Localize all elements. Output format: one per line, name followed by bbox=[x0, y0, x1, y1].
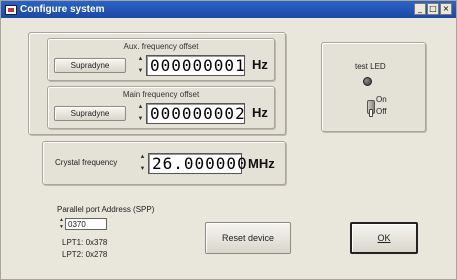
main-offset-label: Main frequency offset bbox=[122, 90, 200, 99]
aux-offset-unit: Hz bbox=[252, 57, 268, 72]
parallel-port-input[interactable]: 0370 bbox=[65, 218, 107, 230]
lpt1-info: LPT1: 0x378 bbox=[62, 238, 108, 247]
toggle-lever-icon bbox=[369, 109, 373, 117]
close-button[interactable]: × bbox=[440, 3, 452, 15]
test-led-indicator bbox=[363, 77, 372, 86]
spin-down-icon[interactable]: ▼ bbox=[58, 225, 65, 230]
spin-up-icon[interactable]: ▲ bbox=[137, 104, 144, 110]
main-offset-unit: Hz bbox=[252, 105, 268, 120]
crystal-unit: MHz bbox=[248, 156, 275, 171]
aux-offset-input[interactable]: 000000001 bbox=[146, 55, 245, 76]
crystal-input[interactable]: 26.000000 bbox=[148, 153, 247, 174]
parallel-port-label: Parallel port Address (SPP) bbox=[57, 205, 155, 214]
led-panel bbox=[321, 42, 426, 132]
toggle-off-label: Off bbox=[376, 107, 387, 116]
aux-supradyne-button[interactable]: Supradyne bbox=[54, 58, 126, 73]
title-bar: Configure system _ □ × bbox=[1, 1, 456, 18]
spin-down-icon[interactable]: ▼ bbox=[137, 68, 144, 74]
configure-system-window: Configure system _ □ × Aux. frequency of… bbox=[0, 0, 457, 280]
window-title: Configure system bbox=[20, 4, 105, 15]
minimize-button[interactable]: _ bbox=[414, 3, 426, 15]
app-icon bbox=[5, 4, 17, 15]
spin-up-icon[interactable]: ▲ bbox=[58, 218, 65, 223]
spin-down-icon[interactable]: ▼ bbox=[137, 116, 144, 122]
ok-label: OK bbox=[377, 233, 391, 243]
main-offset-input[interactable]: 000000002 bbox=[146, 103, 245, 124]
spin-down-icon[interactable]: ▼ bbox=[139, 166, 146, 172]
main-offset-spinner[interactable]: ▲ ▼ bbox=[137, 104, 144, 122]
reset-device-button[interactable]: Reset device bbox=[205, 222, 291, 254]
toggle-on-label: On bbox=[376, 95, 387, 104]
parallel-port-spinner[interactable]: ▲ ▼ bbox=[58, 218, 65, 230]
led-label: test LED bbox=[355, 62, 386, 71]
lpt2-info: LPT2: 0x278 bbox=[62, 250, 108, 259]
spin-up-icon[interactable]: ▲ bbox=[137, 56, 144, 62]
main-supradyne-button[interactable]: Supradyne bbox=[54, 106, 126, 121]
crystal-spinner[interactable]: ▲ ▼ bbox=[139, 154, 146, 172]
maximize-button[interactable]: □ bbox=[427, 3, 439, 15]
spin-up-icon[interactable]: ▲ bbox=[139, 154, 146, 160]
ok-button[interactable]: OK bbox=[350, 222, 418, 254]
crystal-label: Crystal frequency bbox=[55, 158, 118, 167]
aux-offset-spinner[interactable]: ▲ ▼ bbox=[137, 56, 144, 74]
aux-offset-label: Aux. frequency offset bbox=[123, 42, 199, 51]
window-controls: _ □ × bbox=[413, 3, 452, 15]
